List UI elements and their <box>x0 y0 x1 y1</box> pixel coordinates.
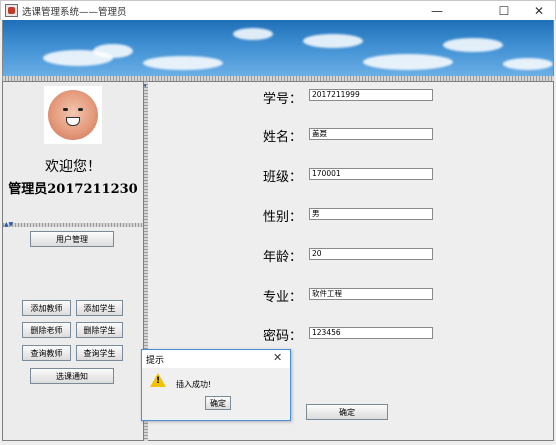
dialog-close-icon[interactable]: ✕ <box>273 351 282 364</box>
dialog-titlebar: 提示 ✕ <box>142 350 290 368</box>
student-id-field[interactable]: 2017211999 <box>309 89 433 101</box>
minimize-button[interactable]: — <box>419 1 455 20</box>
sidebar-divider[interactable] <box>3 223 143 227</box>
sky-banner-image <box>2 20 554 76</box>
message-dialog: 提示 ✕ ! 插入成功! 确定 <box>141 349 291 421</box>
delete-teacher-button[interactable]: 删除老师 <box>22 322 71 338</box>
query-student-button[interactable]: 查询学生 <box>76 345 123 361</box>
welcome-text: 欢迎您！ <box>45 159 101 175</box>
query-teacher-button[interactable]: 查询教师 <box>22 345 71 361</box>
app-icon <box>5 4 18 17</box>
maximize-button[interactable]: ☐ <box>486 1 522 20</box>
class-label: 班级： <box>263 170 303 185</box>
age-field[interactable]: 20 <box>309 248 433 260</box>
dialog-title: 提示 <box>146 356 165 366</box>
add-teacher-button[interactable]: 添加教师 <box>22 300 71 316</box>
admin-sidebar: 欢迎您！ 管理员2017211230 ▲▼ 用户管理 添加教师 添加学生 删除老… <box>2 81 144 441</box>
collapse-arrow-icon[interactable]: ◂ <box>143 82 146 89</box>
user-manage-button[interactable]: 用户管理 <box>30 231 114 247</box>
add-student-button[interactable]: 添加学生 <box>76 300 123 316</box>
window-titlebar: 选课管理系统——管理员 — ☐ ✕ <box>0 0 556 20</box>
age-label: 年龄： <box>263 250 303 265</box>
admin-name: 管理员2017211230 <box>8 182 138 197</box>
confirm-button[interactable]: 确定 <box>306 404 388 420</box>
dialog-ok-button[interactable]: 确定 <box>205 396 231 410</box>
close-button[interactable]: ✕ <box>521 1 556 20</box>
major-field[interactable]: 软件工程 <box>309 288 433 300</box>
delete-student-button[interactable]: 删除学生 <box>76 322 123 338</box>
name-label: 姓名： <box>263 130 303 145</box>
avatar <box>44 86 102 144</box>
class-field[interactable]: 170001 <box>309 168 433 180</box>
password-label: 密码： <box>263 329 303 344</box>
course-notice-button[interactable]: 选课通知 <box>30 368 114 384</box>
dialog-message: 插入成功! <box>176 380 212 389</box>
password-field[interactable]: 123456 <box>309 327 433 339</box>
name-field[interactable]: 盖聂 <box>309 128 433 140</box>
warning-mark: ! <box>156 376 161 386</box>
gender-label: 性别： <box>263 210 303 225</box>
major-label: 专业： <box>263 290 303 305</box>
expand-arrow-icon[interactable]: ▲▼ <box>4 221 13 228</box>
window-title: 选课管理系统——管理员 <box>22 7 127 18</box>
gender-field[interactable]: 男 <box>309 208 433 220</box>
student-id-label: 学号： <box>263 92 303 107</box>
